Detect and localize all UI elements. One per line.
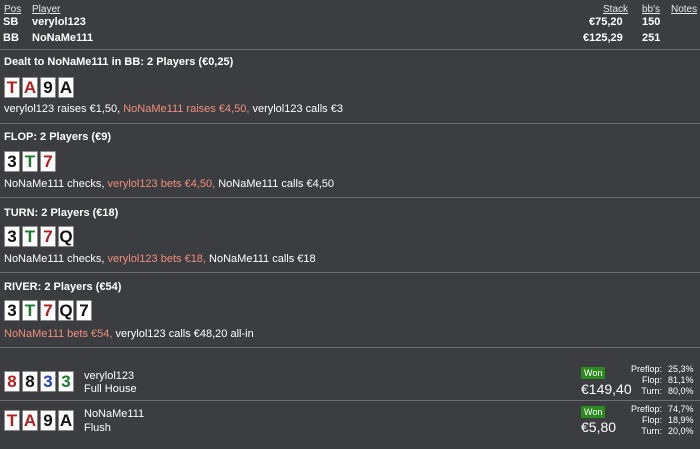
player-row: BB NoNaMe111 €125,29 251: [3, 32, 697, 46]
hero-action: NoNaMe111 raises €4,50,: [123, 103, 253, 115]
action: NoNaMe111 calls €4,50: [218, 178, 334, 190]
playing-card: T: [4, 77, 20, 98]
stat-value: 20,0%: [668, 426, 694, 436]
action: NoNaMe111 checks,: [4, 253, 108, 265]
villain-action: verylol123 bets €4,50,: [107, 178, 219, 190]
playing-card: A: [58, 77, 74, 98]
showdown-player: NoNaMe111: [84, 408, 145, 420]
river-actions: NoNaMe111 bets €54, verylol123 calls €48…: [4, 328, 254, 340]
turn-title: TURN: 2 Players (€18): [4, 207, 119, 219]
preflop-title: Dealt to NoNaMe111 in BB: 2 Players (€0,…: [4, 56, 234, 68]
playing-card: 8: [22, 371, 38, 392]
playing-card: 7: [40, 226, 56, 247]
player-stack: €75,20: [589, 16, 623, 28]
playing-card: 8: [4, 371, 20, 392]
player-bbs: 251: [642, 32, 661, 44]
playing-card: 7: [40, 151, 56, 172]
playing-card: T: [22, 300, 38, 321]
playing-card: 3: [4, 300, 20, 321]
playing-card: 3: [58, 371, 74, 392]
player-stack: €125,29: [583, 32, 623, 44]
flop-title: FLOP: 2 Players (€9): [4, 131, 111, 143]
playing-card: Q: [58, 300, 74, 321]
player-bbs: 150: [642, 16, 661, 28]
stat-label: Preflop:: [630, 364, 662, 374]
action: NoNaMe111 checks,: [4, 178, 108, 190]
divider: [0, 197, 700, 198]
divider: [0, 400, 700, 401]
divider: [0, 347, 700, 348]
flop-actions: NoNaMe111 checks, verylol123 bets €4,50,…: [4, 178, 334, 190]
header-stack: Stack: [603, 4, 629, 15]
showdown-cards: TA9A: [4, 410, 74, 431]
playing-card: 9: [40, 77, 56, 98]
won-badge: Won: [581, 367, 606, 379]
header-pos: Pos: [4, 4, 22, 15]
playing-card: 9: [40, 410, 56, 431]
playing-card: A: [22, 410, 38, 431]
stat-value: 74,7%: [668, 404, 694, 414]
equity-stats: Preflop: 74,7% Flop: 18,9% Turn: 20,0%: [620, 404, 694, 437]
equity-stats: Preflop: 25,3% Flop: 81,1% Turn: 80,0%: [620, 364, 694, 397]
playing-card: T: [4, 410, 20, 431]
showdown-cards: 8833: [4, 371, 74, 392]
river-title: RIVER: 2 Players (€54): [4, 281, 122, 293]
playing-card: 3: [40, 371, 56, 392]
villain-action: verylol123 bets €18,: [107, 253, 210, 265]
turn-actions: NoNaMe111 checks, verylol123 bets €18, N…: [4, 253, 316, 265]
action: verylol123 raises €1,50,: [4, 103, 124, 115]
hole-cards: TA9A: [4, 77, 74, 98]
action: NoNaMe111 calls €18: [209, 253, 316, 265]
player-row: SB verylol123 €75,20 150: [3, 16, 697, 30]
playing-card: T: [22, 151, 38, 172]
header-notes: Notes: [671, 4, 698, 15]
playing-card: 3: [4, 226, 20, 247]
hero-action: NoNaMe111 bets €54,: [4, 328, 116, 340]
player-pos: BB: [3, 32, 19, 44]
stat-label: Preflop:: [630, 404, 662, 414]
stat-label: Flop:: [641, 415, 662, 425]
stat-value: 80,0%: [668, 386, 694, 396]
player-name: verylol123: [32, 16, 86, 28]
divider: [0, 123, 700, 124]
river-cards: 3T7Q7: [4, 300, 92, 321]
stat-label: Turn:: [641, 386, 662, 396]
flop-cards: 3T7: [4, 151, 56, 172]
action: verylol123 calls €48,20 all-in: [115, 328, 254, 340]
divider: [0, 49, 700, 50]
header-bbs: bb's: [642, 4, 661, 15]
action: verylol123 calls €3: [252, 103, 343, 115]
divider: [0, 272, 700, 273]
player-pos: SB: [3, 16, 19, 28]
playing-card: A: [22, 77, 38, 98]
preflop-actions: verylol123 raises €1,50, NoNaMe111 raise…: [4, 103, 343, 115]
playing-card: 7: [76, 300, 92, 321]
playing-card: T: [22, 226, 38, 247]
player-name: NoNaMe111: [32, 32, 94, 44]
playing-card: 3: [4, 151, 20, 172]
stat-value: 81,1%: [668, 375, 694, 385]
stat-label: Flop:: [641, 375, 662, 385]
showdown-player: verylol123: [84, 370, 135, 382]
header-player: Player: [32, 4, 61, 15]
won-badge: Won: [581, 406, 606, 418]
stat-value: 18,9%: [668, 415, 694, 425]
playing-card: A: [58, 410, 74, 431]
won-amount: €5,80: [581, 419, 617, 435]
showdown-hand: Flush: [84, 422, 111, 434]
showdown-hand: Full House: [84, 383, 137, 395]
playing-card: Q: [58, 226, 74, 247]
stat-value: 25,3%: [668, 364, 694, 374]
stat-label: Turn:: [641, 426, 662, 436]
turn-cards: 3T7Q: [4, 226, 74, 247]
playing-card: 7: [40, 300, 56, 321]
